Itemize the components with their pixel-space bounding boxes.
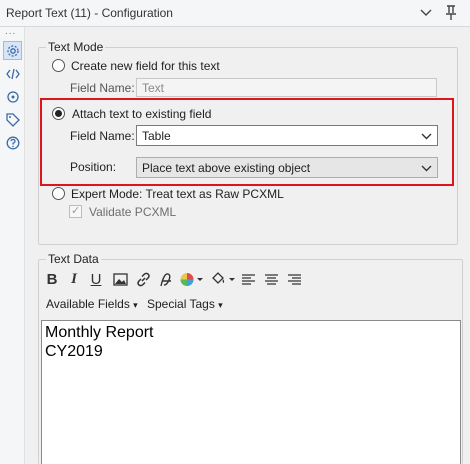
- align-center-icon[interactable]: [263, 269, 279, 289]
- editor-line: Monthly Report: [45, 324, 154, 341]
- attach-existing-radio[interactable]: [52, 107, 65, 120]
- title-bar: Report Text (11) - Configuration: [0, 0, 470, 27]
- create-new-field-label[interactable]: Create new field for this text: [71, 59, 220, 73]
- text-data-legend: Text Data: [46, 252, 101, 266]
- attach-existing-label[interactable]: Attach text to existing field: [72, 107, 211, 121]
- validate-pcxml-label: Validate PCXML: [89, 205, 177, 219]
- crosshair-icon[interactable]: [3, 87, 22, 106]
- image-icon[interactable]: [111, 269, 129, 289]
- window-title: Report Text (11) - Configuration: [6, 6, 173, 20]
- special-tags-label: Special Tags: [147, 297, 215, 311]
- existing-field-name-value: Table: [142, 129, 171, 143]
- chevron-down-icon[interactable]: [416, 3, 436, 23]
- existing-field-name-label: Field Name:: [70, 129, 135, 143]
- fill-color-icon[interactable]: [209, 269, 237, 289]
- create-new-field-radio[interactable]: [52, 59, 65, 72]
- help-icon[interactable]: [3, 133, 22, 152]
- position-select[interactable]: Place text above existing object: [136, 157, 438, 178]
- color-picker-icon[interactable]: [179, 269, 205, 289]
- position-label: Position:: [70, 160, 117, 174]
- overflow-dots[interactable]: ...: [5, 27, 16, 37]
- expert-mode-radio[interactable]: [52, 187, 65, 200]
- new-field-name-label: Field Name:: [70, 81, 135, 95]
- expert-mode-label[interactable]: Expert Mode: Treat text as Raw PCXML: [71, 187, 284, 201]
- position-value: Place text above existing object: [142, 161, 311, 175]
- caret-down-icon: ▾: [218, 300, 223, 310]
- gear-icon[interactable]: [3, 41, 22, 60]
- bold-icon[interactable]: B: [44, 269, 60, 289]
- align-right-icon[interactable]: [286, 269, 302, 289]
- font-icon[interactable]: [157, 269, 175, 289]
- configuration-panel: Text Mode Create new field for this text…: [27, 27, 470, 464]
- caret-down-icon: ▾: [133, 300, 138, 310]
- tag-icon[interactable]: [3, 110, 22, 129]
- available-fields-menu[interactable]: Available Fields ▾: [46, 297, 138, 311]
- left-icon-bar: ...: [0, 27, 25, 464]
- special-tags-menu[interactable]: Special Tags ▾: [147, 297, 223, 311]
- existing-field-name-select[interactable]: Table: [136, 125, 438, 146]
- link-icon[interactable]: [134, 269, 152, 289]
- align-left-icon[interactable]: [240, 269, 256, 289]
- italic-icon[interactable]: I: [66, 269, 82, 289]
- chevron-down-icon: [421, 161, 432, 175]
- pin-icon[interactable]: [441, 3, 461, 23]
- text-data-editor[interactable]: Monthly Report CY2019: [41, 320, 461, 464]
- available-fields-label: Available Fields: [46, 297, 130, 311]
- validate-pcxml-checkbox[interactable]: ✓: [69, 205, 82, 218]
- code-icon[interactable]: [3, 64, 22, 83]
- underline-icon[interactable]: U: [88, 269, 104, 289]
- editor-line: CY2019: [45, 343, 103, 360]
- chevron-down-icon: [421, 129, 432, 143]
- new-field-name-input: Text: [136, 78, 437, 97]
- text-mode-legend: Text Mode: [46, 40, 106, 54]
